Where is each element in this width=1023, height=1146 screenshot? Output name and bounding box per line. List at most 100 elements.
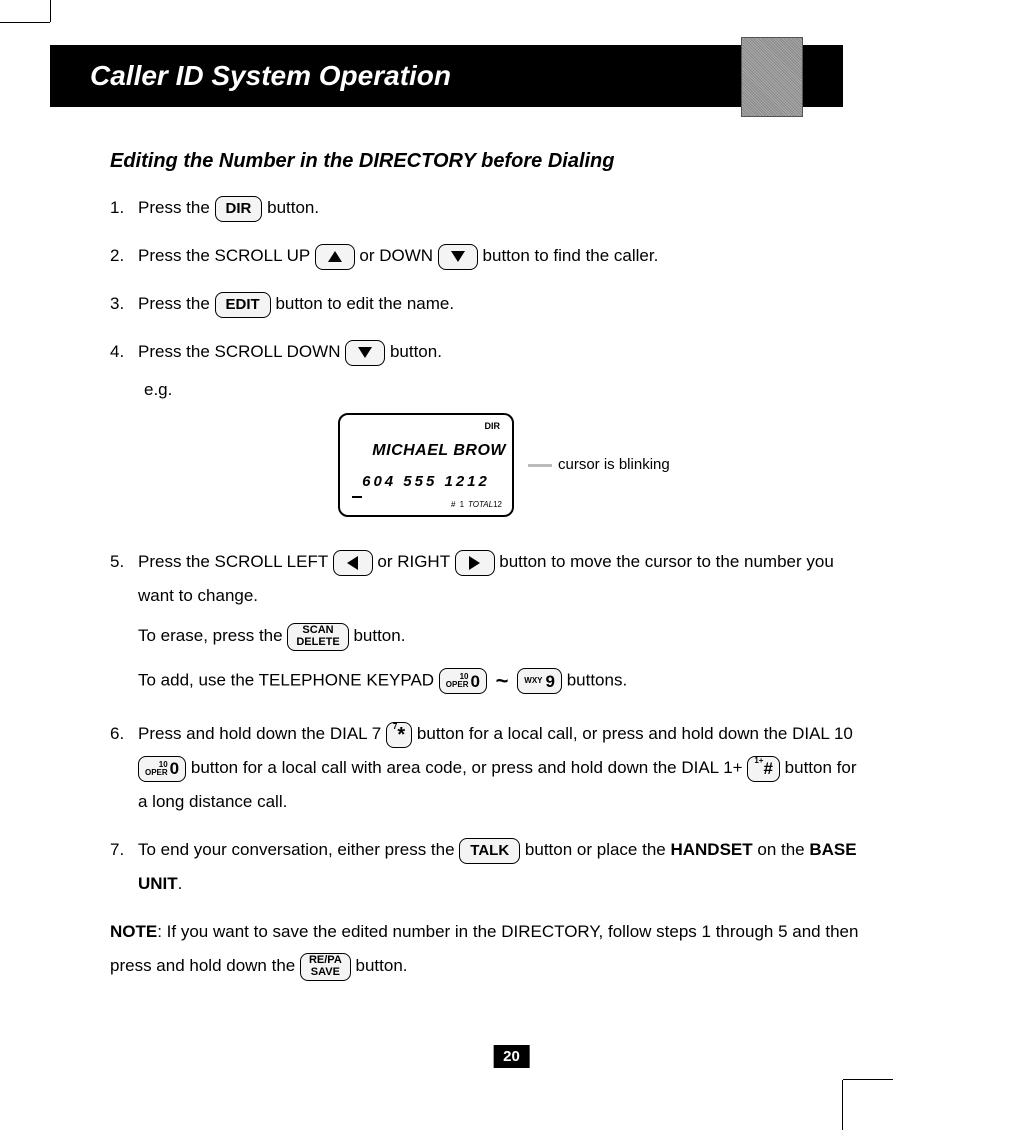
button-label-top: SCAN xyxy=(302,625,333,637)
text: button. xyxy=(356,956,408,975)
example-label: e.g. xyxy=(144,373,870,407)
key-letters: WXY xyxy=(524,677,542,685)
key-super: OPER xyxy=(446,681,469,689)
arrow-left-icon xyxy=(347,556,358,570)
edit-button: EDIT xyxy=(215,292,271,318)
step-5: 5. Press the SCROLL LEFT or RIGHT button… xyxy=(110,545,870,703)
text: Press the SCROLL UP xyxy=(138,246,315,265)
arrow-right-icon xyxy=(469,556,480,570)
lcd-mode: DIR xyxy=(346,417,506,435)
lcd-callout: cursor is blinking xyxy=(528,450,670,480)
callout-text: cursor is blinking xyxy=(558,450,670,480)
text: : If you want to save the edited number … xyxy=(110,922,858,975)
dir-button: DIR xyxy=(215,196,263,222)
text: button. xyxy=(390,342,442,361)
lcd-index: 1 xyxy=(460,500,464,509)
callout-line-icon xyxy=(528,464,552,467)
key-super: 1+ xyxy=(754,757,763,765)
scan-delete-button: SCAN DELETE xyxy=(287,623,348,651)
keypad-0-button: 10OPER 0 xyxy=(439,668,487,694)
note: NOTE: If you want to save the edited num… xyxy=(110,915,870,983)
text: button for a local call, or press and ho… xyxy=(417,724,853,743)
scroll-right-button xyxy=(455,550,495,576)
step-7: 7. To end your conversation, either pres… xyxy=(110,833,870,901)
text: button for a local call with area code, … xyxy=(191,758,747,777)
range-tilde: ~ xyxy=(496,668,509,693)
key-digit: 9 xyxy=(546,673,555,690)
text: . xyxy=(178,874,183,893)
step-number: 1. xyxy=(110,191,138,225)
key-digit: 0 xyxy=(470,673,479,690)
text: or DOWN xyxy=(359,246,437,265)
manual-page: Caller ID System Operation Editing the N… xyxy=(0,0,1023,1146)
text: button to edit the name. xyxy=(275,294,454,313)
scroll-down-button xyxy=(438,244,478,270)
section-header: Caller ID System Operation xyxy=(50,45,843,107)
crop-mark xyxy=(842,1080,843,1130)
keypad-hash-button: 1+ # xyxy=(747,756,780,782)
text: To end your conversation, either press t… xyxy=(138,840,459,859)
lcd-name: MICHAEL BROW xyxy=(346,435,506,467)
text: Press the xyxy=(138,294,215,313)
lcd-example: DIR MICHAEL BROW 604 555 1212 # 1 TOTAL1… xyxy=(338,413,870,517)
text: buttons. xyxy=(567,670,628,689)
step-4: 4. Press the SCROLL DOWN button. e.g. DI… xyxy=(110,335,870,531)
lcd-total-value: 12 xyxy=(493,500,502,509)
text: To erase, press the xyxy=(138,626,287,645)
text: Press the SCROLL LEFT xyxy=(138,552,333,571)
section-title: Caller ID System Operation xyxy=(90,60,451,92)
text: button. xyxy=(267,198,319,217)
text: button to find the caller. xyxy=(483,246,659,265)
text: Press and hold down the DIAL 7 xyxy=(138,724,386,743)
key-symbol: * xyxy=(397,725,405,745)
scroll-up-button xyxy=(315,244,355,270)
crop-mark xyxy=(0,22,50,23)
key-symbol: # xyxy=(763,760,772,777)
lcd-footer: # 1 TOTAL12 xyxy=(346,497,506,513)
lcd-number: 604 555 1212 xyxy=(346,467,506,497)
step-number: 2. xyxy=(110,239,138,273)
keypad-star-button: 7 * xyxy=(386,722,412,748)
arrow-down-icon xyxy=(358,347,372,358)
crop-mark xyxy=(50,0,51,22)
repa-save-button: RE/PA SAVE xyxy=(300,953,351,981)
thumb-tab-graphic xyxy=(741,37,803,117)
step-1: 1. Press the DIR button. xyxy=(110,191,870,225)
cursor-indicator xyxy=(352,496,362,498)
scroll-left-button xyxy=(333,550,373,576)
lcd-hash: # xyxy=(451,500,455,509)
text: Press the xyxy=(138,198,215,217)
text: Press the SCROLL DOWN xyxy=(138,342,345,361)
key-digit: 0 xyxy=(170,760,179,777)
note-label: NOTE xyxy=(110,922,157,941)
text: on the xyxy=(757,840,809,859)
talk-button: TALK xyxy=(459,838,520,864)
button-label-bottom: DELETE xyxy=(296,637,339,649)
button-label-top: RE/PA xyxy=(309,955,342,967)
step-number: 4. xyxy=(110,335,138,531)
content-area: Editing the Number in the DIRECTORY befo… xyxy=(110,150,870,983)
text: To add, use the TELEPHONE KEYPAD xyxy=(138,670,439,689)
keypad-0-button: 10OPER 0 xyxy=(138,756,186,782)
key-super: OPER xyxy=(145,769,168,777)
lcd-screen: DIR MICHAEL BROW 604 555 1212 # 1 TOTAL1… xyxy=(338,413,514,517)
scroll-down-button xyxy=(345,340,385,366)
step-list: 1. Press the DIR button. 2. Press the SC… xyxy=(110,191,870,901)
crop-mark xyxy=(843,1079,893,1080)
step-number: 3. xyxy=(110,287,138,321)
step-3: 3. Press the EDIT button to edit the nam… xyxy=(110,287,870,321)
step-number: 7. xyxy=(110,833,138,901)
keypad-9-button: WXY 9 xyxy=(517,668,562,694)
page-number: 20 xyxy=(493,1045,530,1068)
text: button or place the xyxy=(525,840,671,859)
subheading: Editing the Number in the DIRECTORY befo… xyxy=(110,150,870,173)
arrow-up-icon xyxy=(328,251,342,262)
lcd-number-text: 604 555 1212 xyxy=(362,473,490,490)
button-label-bottom: SAVE xyxy=(311,967,340,979)
step-2: 2. Press the SCROLL UP or DOWN button to… xyxy=(110,239,870,273)
step-number: 6. xyxy=(110,717,138,819)
text: button. xyxy=(353,626,405,645)
text: or RIGHT xyxy=(377,552,454,571)
handset-label: HANDSET xyxy=(670,840,752,859)
step-number: 5. xyxy=(110,545,138,703)
